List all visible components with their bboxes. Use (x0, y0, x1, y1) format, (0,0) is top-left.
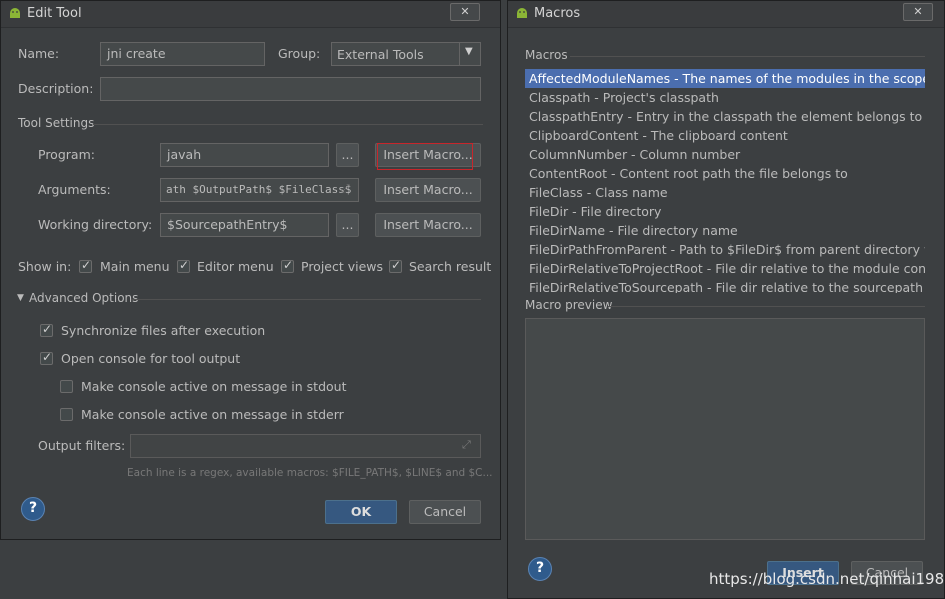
macros-titlebar: Macros ✕ (508, 1, 944, 28)
output-filters-label: Output filters: (38, 438, 126, 453)
close-icon[interactable]: ✕ (903, 3, 933, 21)
stdout-checkbox[interactable] (60, 380, 73, 393)
edit-tool-title: Edit Tool (27, 6, 82, 21)
output-filters-hint: Each line is a regex, available macros: … (127, 467, 493, 479)
ok-button[interactable]: OK (325, 500, 397, 524)
list-item[interactable]: FileDirRelativeToSourcepath - File dir r… (525, 278, 925, 293)
macros-dialog: Macros ✕ Macros AffectedModuleNames - Th… (507, 0, 945, 599)
list-item[interactable]: ColumnNumber - Column number (525, 145, 740, 164)
project-views-checkbox[interactable] (281, 258, 294, 273)
stderr-checkbox[interactable] (60, 408, 73, 421)
arguments-input[interactable]: ath $OutputPath$ $FileClass$ (160, 178, 359, 202)
name-input[interactable]: jni create (100, 42, 265, 66)
main-menu-checkbox[interactable] (79, 258, 92, 273)
list-item[interactable]: ClasspathEntry - Entry in the classpath … (525, 107, 922, 126)
editor-menu-checkbox[interactable] (177, 258, 190, 273)
highlight-box (377, 143, 473, 170)
main-menu-label: Main menu (100, 259, 170, 274)
macro-preview-label: Macro preview (525, 298, 613, 312)
list-item[interactable]: FileDir - File directory (525, 202, 661, 221)
sync-checkbox[interactable] (40, 322, 53, 337)
program-browse-button[interactable]: ... (336, 143, 359, 167)
list-item[interactable]: Classpath - Project's classpath (525, 88, 719, 107)
tool-settings-label: Tool Settings (18, 116, 95, 130)
macros-list[interactable]: AffectedModuleNames - The names of the m… (525, 69, 925, 293)
editor-menu-label: Editor menu (197, 259, 274, 274)
list-item[interactable]: ContentRoot - Content root path the file… (525, 164, 848, 183)
list-item[interactable]: AffectedModuleNames - The names of the m… (525, 69, 925, 88)
list-item[interactable]: FileDirRelativeToProjectRoot - File dir … (525, 259, 925, 278)
name-label: Name: (18, 46, 60, 61)
output-filters-input[interactable] (130, 434, 481, 458)
edit-tool-dialog: Edit Tool ✕ Name: jni create Group: Exte… (0, 0, 501, 540)
arguments-value: ath $OutputPath$ $FileClass$ (166, 183, 352, 196)
edit-tool-titlebar: Edit Tool ✕ (1, 1, 500, 28)
close-icon[interactable]: ✕ (450, 3, 480, 21)
advanced-divider (131, 299, 481, 300)
stderr-label: Make console active on message in stderr (81, 407, 344, 422)
stdout-label: Make console active on message in stdout (81, 379, 347, 394)
description-label: Description: (18, 81, 94, 96)
program-input[interactable]: javah (160, 143, 329, 167)
open-console-checkbox[interactable] (40, 350, 53, 365)
macros-section-label: Macros (525, 48, 568, 62)
list-item[interactable]: FileDirName - File directory name (525, 221, 738, 240)
android-icon (10, 8, 20, 18)
help-icon[interactable]: ? (528, 557, 552, 581)
open-console-label: Open console for tool output (61, 351, 241, 366)
advanced-options-label[interactable]: Advanced Options (29, 291, 138, 305)
working-dir-label: Working directory: (38, 217, 153, 232)
search-result-checkbox[interactable] (389, 258, 402, 273)
working-dir-insert-macro-button[interactable]: Insert Macro... (375, 213, 481, 237)
watermark-text: https://blog.csdn.net/qinhai1989 (709, 570, 945, 588)
project-views-label: Project views (301, 259, 384, 274)
macro-preview-divider (608, 306, 925, 307)
help-icon[interactable]: ? (21, 497, 45, 521)
program-label: Program: (38, 147, 95, 162)
tool-settings-divider (93, 124, 483, 125)
dropdown-divider (459, 43, 460, 65)
macros-divider (570, 56, 925, 57)
working-dir-input[interactable]: $SourcepathEntry$ (160, 213, 329, 237)
android-icon (517, 8, 527, 18)
group-select-value: External Tools (337, 47, 424, 62)
cancel-button[interactable]: Cancel (409, 500, 481, 524)
macros-title: Macros (534, 6, 581, 21)
list-item[interactable]: FileClass - Class name (525, 183, 668, 202)
group-label: Group: (278, 46, 321, 61)
expand-icon: ⤢ (462, 438, 471, 451)
chevron-down-icon: ▼ (465, 46, 473, 57)
collapse-triangle-icon[interactable]: ▼ (17, 293, 24, 303)
list-item[interactable]: FileDirPathFromParent - Path to $FileDir… (525, 240, 925, 259)
sync-label: Synchronize files after execution (61, 323, 266, 338)
expand-icon: ⤢ (341, 182, 350, 195)
macro-preview-area (525, 318, 925, 540)
working-dir-browse-button[interactable]: ... (336, 213, 359, 237)
arguments-label: Arguments: (38, 182, 111, 197)
list-item[interactable]: ClipboardContent - The clipboard content (525, 126, 788, 145)
group-select[interactable]: External Tools ▼ (331, 42, 481, 66)
description-input[interactable] (100, 77, 481, 101)
search-result-label: Search result (409, 259, 492, 274)
show-in-label: Show in: (18, 259, 72, 274)
arguments-insert-macro-button[interactable]: Insert Macro... (375, 178, 481, 202)
